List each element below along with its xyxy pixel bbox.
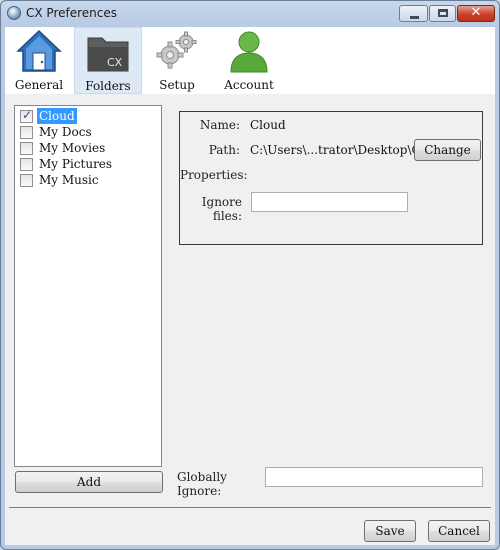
folder-item-label: My Movies [39, 141, 106, 155]
window-client-area: General CX Folders Setup Account ✓ Cloud… [5, 27, 495, 545]
folder-details-panel: Name: Cloud Path: C:\Users\...trator\Des… [179, 111, 483, 245]
globally-ignore-input[interactable] [265, 467, 483, 487]
maximize-button[interactable] [429, 5, 456, 22]
close-icon: ✕ [470, 5, 482, 20]
folder-item-my-movies[interactable]: My Movies [17, 140, 161, 156]
footer-divider [9, 507, 491, 508]
folder-checkbox[interactable] [20, 174, 33, 187]
checkmark-icon: ✓ [22, 108, 33, 122]
tab-account-label: Account [224, 78, 274, 92]
folder-item-my-music[interactable]: My Music [17, 172, 161, 188]
tab-general-label: General [14, 78, 64, 92]
folder-checkbox[interactable]: ✓ [20, 108, 33, 123]
close-button[interactable]: ✕ [457, 5, 495, 22]
window-title: CX Preferences [26, 6, 117, 20]
ignore-files-label: Ignore files: [201, 195, 242, 223]
folder-item-my-pictures[interactable]: My Pictures [17, 156, 161, 172]
folder-item-my-docs[interactable]: My Docs [17, 124, 161, 140]
folder-list[interactable]: ✓ Cloud My Docs My Movies My Pictures My… [14, 105, 162, 467]
preferences-window: CX Preferences ✕ General CX Folders Setu… [0, 0, 500, 550]
folder-icon-text: CX [107, 56, 123, 69]
tab-folders[interactable]: CX Folders [74, 27, 142, 94]
folder-item-label: My Docs [39, 125, 92, 139]
folder-item-label: Cloud [37, 108, 77, 124]
maximize-icon [438, 9, 448, 17]
minimize-button[interactable] [399, 5, 428, 22]
add-folder-button[interactable]: Add [15, 471, 163, 493]
path-label: Path: [208, 143, 240, 157]
properties-label: Properties: [180, 168, 248, 182]
toolbar: General CX Folders Setup Account [5, 27, 495, 94]
tab-setup[interactable]: Setup [143, 27, 211, 94]
folder-item-label: My Music [39, 173, 99, 187]
title-bar[interactable]: CX Preferences ✕ [1, 1, 499, 27]
ignore-files-input[interactable] [251, 192, 408, 212]
tab-general[interactable]: General [5, 27, 73, 94]
globally-ignore-label: Globally Ignore: [177, 470, 227, 498]
tab-account[interactable]: Account [215, 27, 283, 94]
minimize-icon [410, 16, 419, 19]
folder-checkbox[interactable] [20, 158, 33, 171]
folder-icon: CX [87, 37, 129, 72]
tab-folders-label: Folders [85, 79, 131, 93]
save-button[interactable]: Save [364, 520, 416, 542]
gears-icon [156, 31, 197, 69]
cancel-button[interactable]: Cancel [428, 520, 490, 542]
folder-checkbox[interactable] [20, 126, 33, 139]
name-value: Cloud [250, 118, 286, 132]
folder-item-cloud[interactable]: ✓ Cloud [17, 108, 161, 124]
folder-item-label: My Pictures [39, 157, 113, 171]
name-label: Name: [199, 118, 240, 132]
change-path-button[interactable]: Change [414, 139, 481, 161]
house-icon [16, 29, 62, 72]
app-logo-icon [7, 6, 21, 20]
folder-checkbox[interactable] [20, 142, 33, 155]
tab-setup-label: Setup [159, 78, 195, 92]
user-icon [230, 31, 268, 73]
